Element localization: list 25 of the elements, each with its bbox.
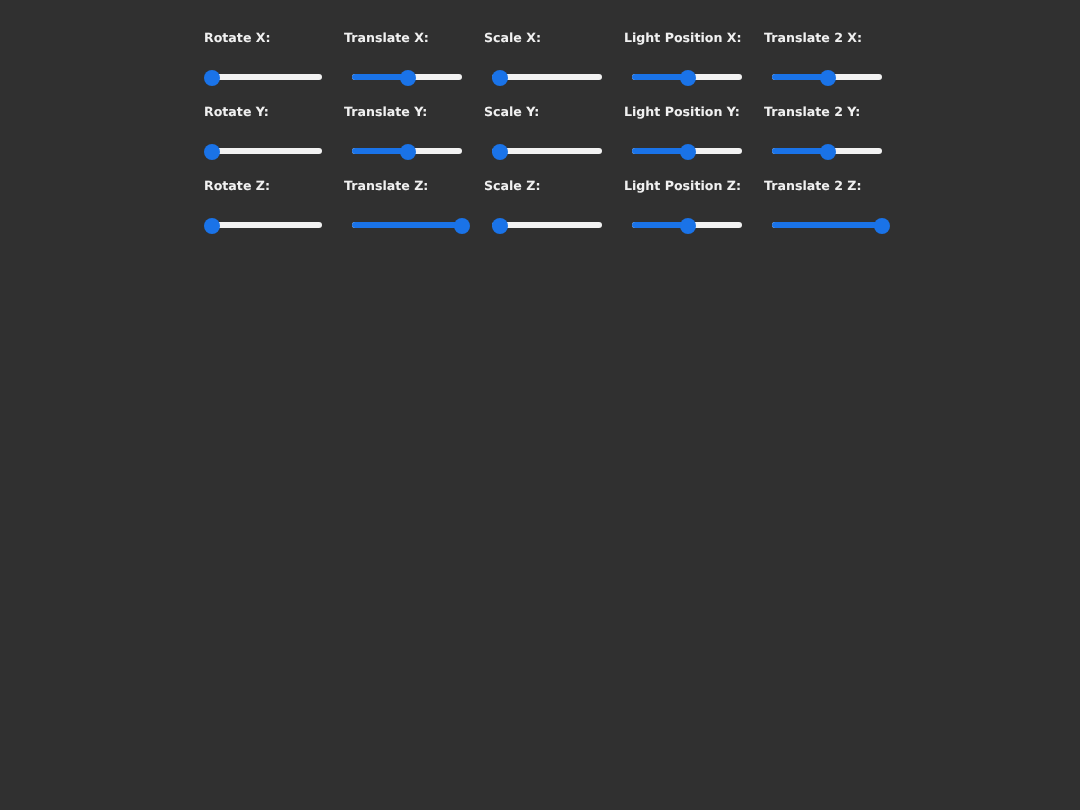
slider-thumb[interactable]: [874, 217, 890, 233]
slider-track[interactable]: [352, 74, 462, 80]
slider-track[interactable]: [632, 74, 742, 80]
slider-thumb[interactable]: [204, 69, 220, 85]
slider-thumb[interactable]: [399, 69, 415, 85]
slider-thumb[interactable]: [492, 217, 509, 233]
slider-thumb[interactable]: [492, 143, 509, 159]
slider-thumb[interactable]: [819, 143, 835, 159]
slider-track[interactable]: [632, 222, 742, 228]
slider-thumb[interactable]: [204, 217, 220, 233]
slider-thumb[interactable]: [679, 143, 695, 159]
slider-track[interactable]: [492, 222, 602, 228]
slider-track[interactable]: [352, 148, 462, 154]
slider-track[interactable]: [772, 74, 882, 80]
slider-thumb[interactable]: [204, 143, 220, 159]
slider-track[interactable]: [632, 148, 742, 154]
slider-thumb[interactable]: [819, 69, 835, 85]
slider-track[interactable]: [772, 148, 882, 154]
slider-track[interactable]: [492, 148, 602, 154]
slider-thumb[interactable]: [492, 69, 509, 85]
slider-thumb[interactable]: [454, 217, 470, 233]
slider-track[interactable]: [492, 74, 602, 80]
slider-thumb[interactable]: [679, 217, 695, 233]
slider-thumb[interactable]: [679, 69, 695, 85]
slider-thumb[interactable]: [399, 143, 415, 159]
